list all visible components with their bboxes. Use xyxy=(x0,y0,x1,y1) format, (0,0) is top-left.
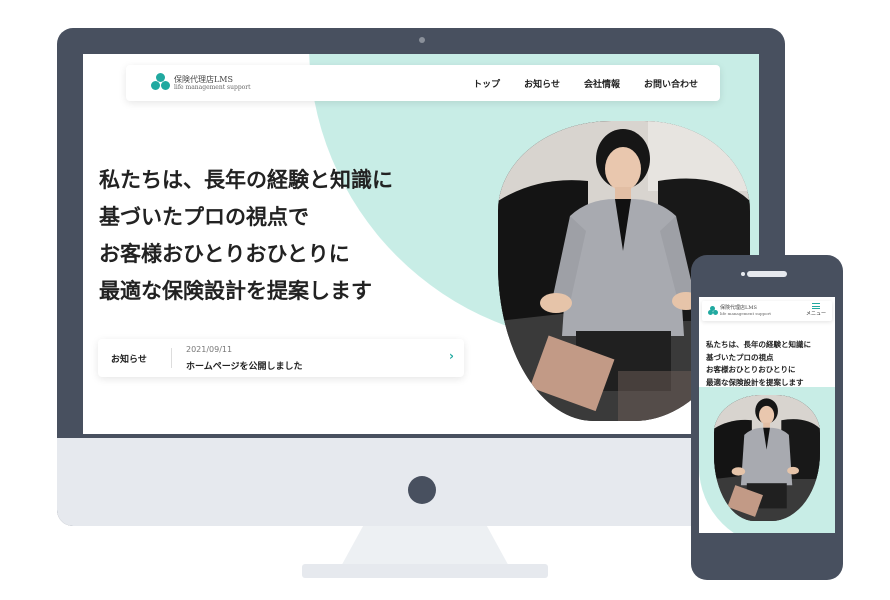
main-nav: トップ お知らせ 会社情報 お問い合わせ xyxy=(473,77,698,90)
phone-speaker xyxy=(747,271,787,277)
header-navbar: 保険代理店LMS life management support トップ お知ら… xyxy=(126,65,720,101)
phone-hero-headline: 私たちは、長年の経験と知識に 基づいたプロの視点 お客様おひとりおひとりに 最適… xyxy=(706,339,811,389)
phone-header: 保険代理店LMS life management support メニュー xyxy=(702,301,832,321)
monitor-stand-base xyxy=(302,564,548,578)
menu-label: メニュー xyxy=(805,311,826,317)
news-title[interactable]: ホームページを公開しました xyxy=(186,359,303,372)
nav-link-top[interactable]: トップ xyxy=(473,77,500,90)
nav-link-news[interactable]: お知らせ xyxy=(524,77,560,90)
desktop-monitor-mockup: 保険代理店LMS life management support トップ お知ら… xyxy=(57,28,785,526)
news-date: 2021/09/11 xyxy=(186,345,233,354)
news-card[interactable]: お知らせ 2021/09/11 ホームページを公開しました › xyxy=(98,339,464,377)
phone-camera-dot xyxy=(741,272,745,276)
phone-screen: 保険代理店LMS life management support メニュー 私た… xyxy=(699,297,835,533)
brand-tagline: life management support xyxy=(174,83,251,91)
brand-name: 保険代理店LMS xyxy=(174,74,233,84)
chevron-right-icon[interactable]: › xyxy=(449,349,454,363)
phone-mockup: 保険代理店LMS life management support メニュー 私た… xyxy=(691,255,843,580)
hero-line: 基づいたプロの視点 xyxy=(706,352,774,362)
hero-line: 最適な保険設計を提案します xyxy=(99,279,372,303)
nav-link-company[interactable]: 会社情報 xyxy=(584,77,620,90)
hero-line: 最適な保険設計を提案します xyxy=(706,377,804,387)
clover-logo-icon xyxy=(708,306,718,316)
site-logo[interactable]: 保険代理店LMS life management support xyxy=(151,73,251,93)
news-label: お知らせ xyxy=(111,355,147,365)
menu-button[interactable]: メニュー xyxy=(805,303,827,319)
hero-headline: 私たちは、長年の経験と知識に 基づいたプロの視点で お客様おひとりおひとりに 最… xyxy=(99,162,393,310)
news-divider xyxy=(171,348,172,368)
nav-link-contact[interactable]: お問い合わせ xyxy=(644,77,698,90)
desktop-screen: 保険代理店LMS life management support トップ お知ら… xyxy=(83,54,759,434)
hero-line: 私たちは、長年の経験と知識に xyxy=(706,340,811,349)
hero-line: お客様おひとりおひとりに xyxy=(706,365,796,374)
monitor-button-icon xyxy=(408,476,436,504)
phone-brand-tagline: life management support xyxy=(720,311,772,316)
clover-logo-icon xyxy=(151,73,171,93)
monitor-chin xyxy=(57,438,785,526)
phone-hero-photo xyxy=(714,395,820,521)
hero-line: お客様おひとりおひとりに xyxy=(99,242,350,266)
hero-line: 基づいたプロの視点で xyxy=(99,205,309,229)
phone-site-logo[interactable]: 保険代理店LMS life management support xyxy=(708,306,771,316)
camera-dot xyxy=(419,37,425,43)
hamburger-icon xyxy=(812,303,820,309)
hero-line: 私たちは、長年の経験と知識に xyxy=(99,168,393,192)
